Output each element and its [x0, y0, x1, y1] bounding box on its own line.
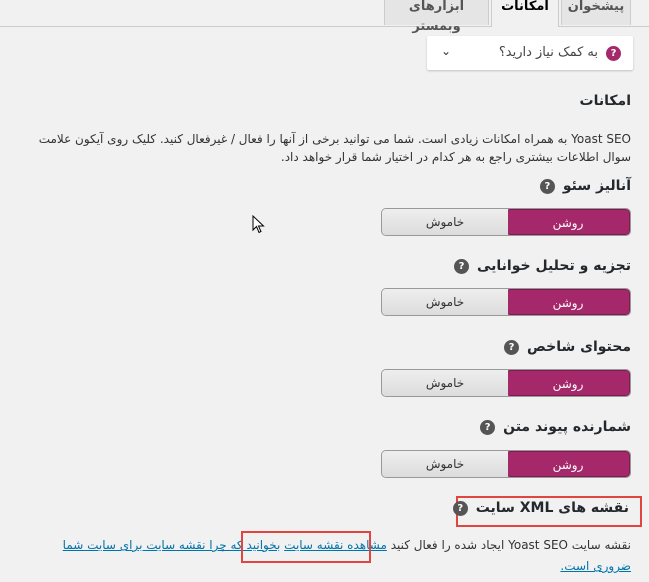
help-icon[interactable]: ?	[480, 419, 496, 435]
feature-label-text: شمارنده پیوند متن	[503, 419, 631, 435]
tab-label: پیشخوان	[567, 0, 625, 14]
page-title: امکانات	[579, 93, 631, 109]
feature-label-text: نقشه های XML سایت	[475, 500, 629, 516]
help-icon[interactable]: ?	[452, 500, 468, 516]
chevron-down-icon: ⌄	[441, 44, 452, 58]
section-description: Yoast SEO به همراه امکانات زیادی است. شم…	[38, 132, 631, 164]
help-icon[interactable]: ?	[504, 339, 520, 355]
tab-features[interactable]: امکانات	[491, 0, 559, 27]
toggle-off-option[interactable]: خاموش	[382, 370, 508, 396]
mouse-cursor-icon	[252, 215, 265, 234]
help-label: به کمک نیاز دارید؟	[498, 45, 598, 60]
question-icon: ?	[606, 46, 621, 61]
feature-label-readability: تجزیه و تحلیل خوانایی ?	[454, 258, 631, 274]
toggle-on-option[interactable]: روشن	[506, 370, 630, 396]
feature-label-text: محتوای شاخص	[527, 339, 631, 355]
feature-label-text: آنالیز سئو	[562, 178, 631, 194]
help-icon[interactable]: ?	[454, 258, 469, 274]
help-center-toggle[interactable]: ? به کمک نیاز دارید؟ ⌄	[427, 36, 633, 70]
tab-label: ابزارهای وبمستر	[408, 0, 465, 34]
toggle-on-option[interactable]: روشن	[506, 209, 630, 235]
toggle-cornerstone[interactable]: روشن خاموش	[381, 369, 631, 397]
toggle-off-option[interactable]: خاموش	[382, 209, 508, 235]
feature-label-cornerstone: محتوای شاخص ?	[504, 339, 631, 355]
feature-label-seo-analysis: آنالیز سئو ?	[539, 178, 631, 194]
highlight-box	[241, 531, 371, 563]
toggle-link-counter[interactable]: روشن خاموش	[381, 450, 631, 478]
xml-text: نقشه سایت Yoast SEO ایجاد شده را فعال کن…	[390, 538, 631, 552]
toggle-off-option[interactable]: خاموش	[382, 451, 508, 477]
feature-label-text: تجزیه و تحلیل خوانایی	[477, 258, 631, 274]
toggle-on-option[interactable]: روشن	[506, 451, 630, 477]
help-icon[interactable]: ?	[539, 178, 555, 194]
tab-webmaster-tools[interactable]: ابزارهای وبمستر	[384, 0, 489, 34]
toggle-off-option[interactable]: خاموش	[382, 289, 508, 315]
feature-label-link-counter: شمارنده پیوند متن ?	[480, 419, 631, 435]
toggle-on-option[interactable]: روشن	[506, 289, 630, 315]
toggle-seo-analysis[interactable]: روشن خاموش	[381, 208, 631, 236]
tab-bar: پیشخوان امکانات ابزارهای وبمستر	[0, 0, 649, 34]
tab-dashboard[interactable]: پیشخوان	[561, 0, 631, 25]
tab-label: امکانات	[501, 0, 549, 14]
toggle-readability[interactable]: روشن خاموش	[381, 288, 631, 316]
feature-label-xml-sitemaps: نقشه های XML سایت ?	[452, 500, 629, 516]
